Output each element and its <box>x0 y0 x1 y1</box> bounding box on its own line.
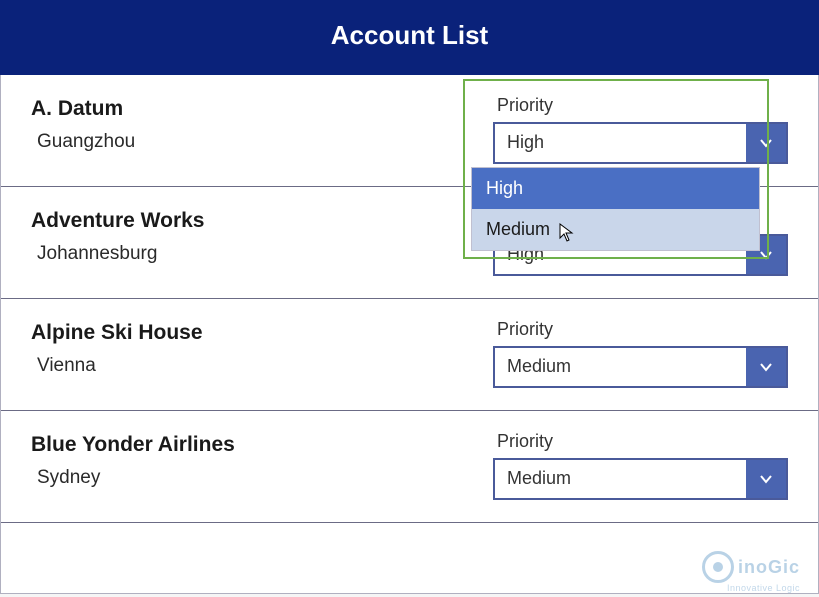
account-row: Blue Yonder Airlines Sydney Priority Med… <box>1 411 818 523</box>
priority-value: High <box>495 124 746 162</box>
account-info: Blue Yonder Airlines Sydney <box>31 429 235 489</box>
chevron-down-icon <box>746 460 786 498</box>
account-list: A. Datum Guangzhou Priority High Adventu… <box>0 75 819 594</box>
account-name: Alpine Ski House <box>31 321 203 345</box>
priority-value: Medium <box>495 348 746 386</box>
brand-logo-icon <box>702 551 734 583</box>
brand-name: inoGic <box>738 557 800 578</box>
chevron-down-icon <box>746 348 786 386</box>
priority-option-medium[interactable]: Medium <box>472 209 759 250</box>
account-row: Alpine Ski House Vienna Priority Medium <box>1 299 818 411</box>
chevron-down-icon <box>746 124 786 162</box>
account-name: Adventure Works <box>31 209 205 233</box>
priority-label: Priority <box>497 95 788 116</box>
page-header: Account List <box>0 0 819 75</box>
account-location: Vienna <box>37 355 203 377</box>
account-location: Guangzhou <box>37 131 135 153</box>
account-location: Johannesburg <box>37 243 205 265</box>
priority-field: Priority High <box>493 93 788 164</box>
priority-label: Priority <box>497 319 788 340</box>
priority-select[interactable]: Medium <box>493 346 788 388</box>
account-info: A. Datum Guangzhou <box>31 93 135 153</box>
brand-watermark: inoGic <box>702 551 800 583</box>
brand-tagline: Innovative Logic <box>727 583 800 593</box>
priority-value: Medium <box>495 460 746 498</box>
account-name: A. Datum <box>31 97 135 121</box>
priority-field: Priority Medium <box>493 317 788 388</box>
priority-dropdown-panel: High Medium <box>471 167 760 251</box>
account-info: Alpine Ski House Vienna <box>31 317 203 377</box>
priority-label: Priority <box>497 431 788 452</box>
cursor-icon <box>559 223 575 243</box>
priority-field: Priority Medium <box>493 429 788 500</box>
priority-select[interactable]: Medium <box>493 458 788 500</box>
priority-option-high[interactable]: High <box>472 168 759 209</box>
account-location: Sydney <box>37 467 235 489</box>
priority-select[interactable]: High <box>493 122 788 164</box>
page-title: Account List <box>331 20 488 50</box>
account-info: Adventure Works Johannesburg <box>31 205 205 265</box>
account-name: Blue Yonder Airlines <box>31 433 235 457</box>
